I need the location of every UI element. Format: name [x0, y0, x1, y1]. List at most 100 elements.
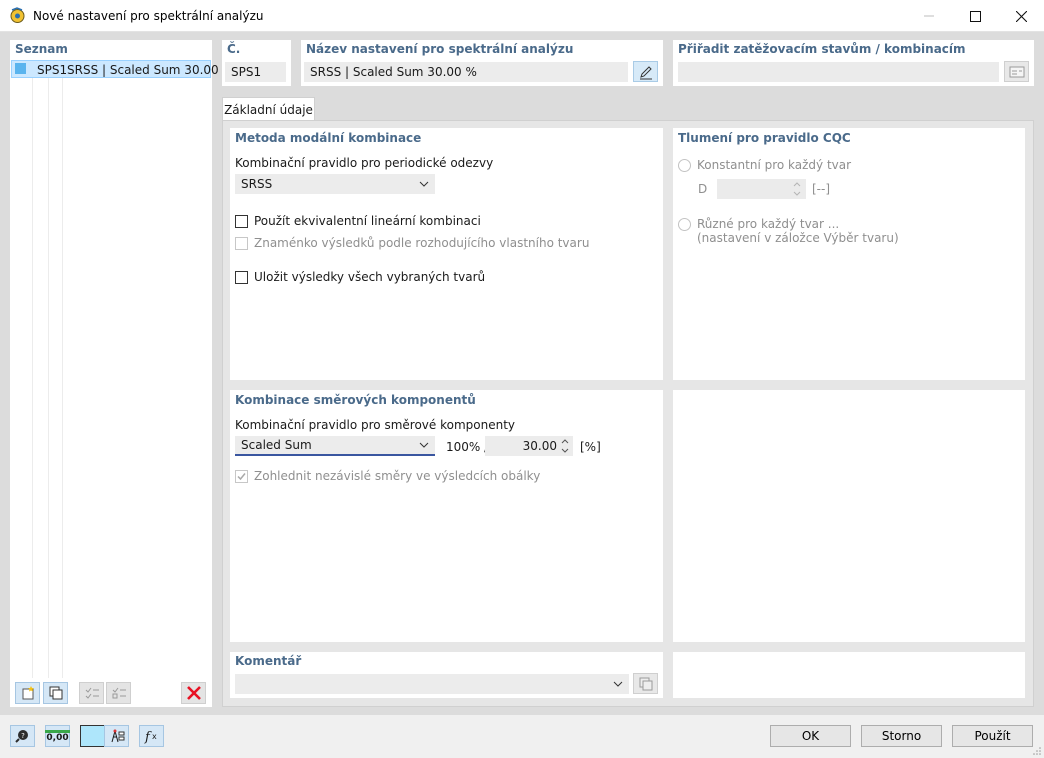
- comment-dropdown[interactable]: [235, 674, 629, 694]
- tree-line: [48, 78, 49, 678]
- delete-item-button[interactable]: [181, 682, 206, 704]
- different-damping-label: Různé pro každý tvar ...: [697, 217, 840, 231]
- comment-side-panel: [673, 652, 1025, 698]
- comment-copy-button[interactable]: [633, 673, 658, 694]
- list-panel: Seznam SPS1 SRSS | Scaled Sum 30.00 %: [10, 40, 234, 707]
- structure-icon: [111, 729, 124, 743]
- select-table-icon: [1009, 66, 1024, 77]
- list-item-label: SRSS | Scaled Sum 30.00 %: [67, 63, 234, 77]
- directional-panel: Kombinace směrových komponentů Kombinačn…: [230, 390, 663, 642]
- number-header: Č.: [227, 42, 241, 56]
- close-icon: [1015, 10, 1027, 22]
- spinner-icon: [561, 439, 569, 453]
- edit-pencil-icon: [639, 65, 652, 79]
- comment-header: Komentář: [235, 654, 302, 668]
- list-item[interactable]: SPS1 SRSS | Scaled Sum 30.00 %: [11, 60, 234, 78]
- damping-d-label: D: [698, 182, 708, 196]
- spinner-icon: [793, 182, 801, 196]
- comment-panel: Komentář: [230, 652, 663, 698]
- linear-combination-label: Použít ekvivalentní lineární kombinaci: [254, 214, 481, 228]
- assign-panel: Přiřadit zatěžovacím stavům / kombinacím: [673, 40, 1034, 86]
- independent-directions-label: Zohlednit nezávislé směry ve výsledcích …: [254, 469, 541, 483]
- empty-panel: [673, 390, 1025, 642]
- formula-icon: fx: [144, 730, 157, 744]
- number-field[interactable]: SPS1: [225, 62, 286, 82]
- uncheck-list-icon: [112, 687, 126, 699]
- name-field[interactable]: SRSS | Scaled Sum 30.00 %: [304, 62, 628, 82]
- tab-basic-data[interactable]: Základní údaje: [222, 97, 315, 121]
- modal-header: Metoda modální kombinace: [235, 131, 422, 145]
- search-help-icon: ?: [14, 730, 28, 743]
- assign-header: Přiřadit zatěžovacím stavům / kombinacím: [678, 42, 966, 56]
- svg-text:x: x: [152, 732, 157, 741]
- sign-results-checkbox[interactable]: [235, 237, 248, 250]
- copy-item-button[interactable]: [43, 682, 68, 704]
- sign-results-label: Znaménko výsledků podle rozhodujícího vl…: [254, 236, 590, 250]
- maximize-button[interactable]: [952, 0, 998, 32]
- list-item-color-swatch: [15, 63, 26, 74]
- name-header: Název nastavení pro spektrální analýzu: [306, 42, 574, 56]
- chevron-down-icon: [419, 181, 429, 187]
- directional-rule-value: Scaled Sum: [241, 438, 312, 452]
- checkmark-icon: [237, 473, 246, 481]
- name-panel: Název nastavení pro spektrální analýzu S…: [301, 40, 663, 86]
- damping-panel: Tlumení pro pravidlo CQC Konstantní pro …: [673, 128, 1025, 380]
- maximize-icon: [969, 10, 981, 22]
- percent-input[interactable]: 30.00: [485, 436, 573, 456]
- tab-label: Základní údaje: [224, 102, 313, 117]
- window-title: Nové nastavení pro spektrální analýzu: [33, 9, 264, 23]
- tree-line: [62, 78, 63, 678]
- uncheck-items-button[interactable]: [106, 682, 131, 704]
- formula-button[interactable]: fx: [139, 725, 164, 747]
- check-items-button[interactable]: [79, 682, 104, 704]
- close-button[interactable]: [998, 0, 1044, 32]
- tree-line: [32, 78, 33, 678]
- copy-icon: [49, 686, 62, 700]
- damping-header: Tlumení pro pravidlo CQC: [678, 131, 851, 145]
- delete-icon: [186, 686, 201, 700]
- minimize-icon: [924, 15, 934, 17]
- edit-name-button[interactable]: [633, 61, 658, 82]
- list-item-number: SPS1: [37, 63, 68, 77]
- different-damping-radio[interactable]: [678, 218, 691, 231]
- directional-rule-dropdown[interactable]: Scaled Sum: [235, 436, 435, 456]
- independent-directions-checkbox[interactable]: [235, 470, 248, 483]
- constant-damping-radio[interactable]: [678, 159, 691, 172]
- units-badge: 0,00: [45, 729, 70, 743]
- svg-text:?: ?: [21, 732, 25, 740]
- modal-rule-dropdown[interactable]: SRSS: [235, 174, 435, 194]
- title-bar: Nové nastavení pro spektrální analýzu: [0, 0, 1044, 32]
- modal-combination-panel: Metoda modální kombinace Kombinační prav…: [230, 128, 663, 380]
- modal-rule-label: Kombinační pravidlo pro periodické odezv…: [235, 156, 494, 170]
- chevron-down-icon: [613, 681, 623, 687]
- check-list-icon: [85, 687, 99, 699]
- directional-header: Kombinace směrových komponentů: [235, 393, 476, 407]
- color-button[interactable]: [80, 725, 105, 747]
- ok-button[interactable]: OK: [770, 725, 851, 747]
- apply-button[interactable]: Použít: [952, 725, 1033, 747]
- assign-field[interactable]: [678, 62, 999, 82]
- modal-rule-value: SRSS: [241, 177, 273, 191]
- percent-label: 100% /: [446, 440, 489, 454]
- linear-combination-checkbox[interactable]: [235, 215, 248, 228]
- assign-select-button[interactable]: [1004, 61, 1029, 82]
- new-item-icon: [22, 686, 34, 700]
- directional-rule-label: Kombinační pravidlo pro směrové komponen…: [235, 418, 516, 432]
- number-panel: Č. SPS1: [222, 40, 291, 86]
- chevron-down-icon: [419, 442, 429, 448]
- list-header: Seznam: [15, 42, 68, 56]
- app-icon: [10, 7, 25, 23]
- minimize-button[interactable]: [906, 0, 952, 32]
- new-item-button[interactable]: [15, 682, 40, 704]
- cancel-button[interactable]: Storno: [861, 725, 942, 747]
- save-results-checkbox[interactable]: [235, 271, 248, 284]
- percent-unit: [%]: [580, 440, 601, 454]
- units-button[interactable]: 0,00: [45, 725, 70, 747]
- different-damping-note: (nastavení v záložce Výběr tvaru): [697, 231, 899, 245]
- svg-text:f: f: [144, 730, 152, 744]
- damping-d-unit: [--]: [812, 182, 831, 196]
- copy-icon: [639, 677, 652, 690]
- model-view-button[interactable]: [104, 725, 129, 747]
- resize-grip-icon[interactable]: [1032, 746, 1042, 756]
- help-button[interactable]: ?: [10, 725, 35, 747]
